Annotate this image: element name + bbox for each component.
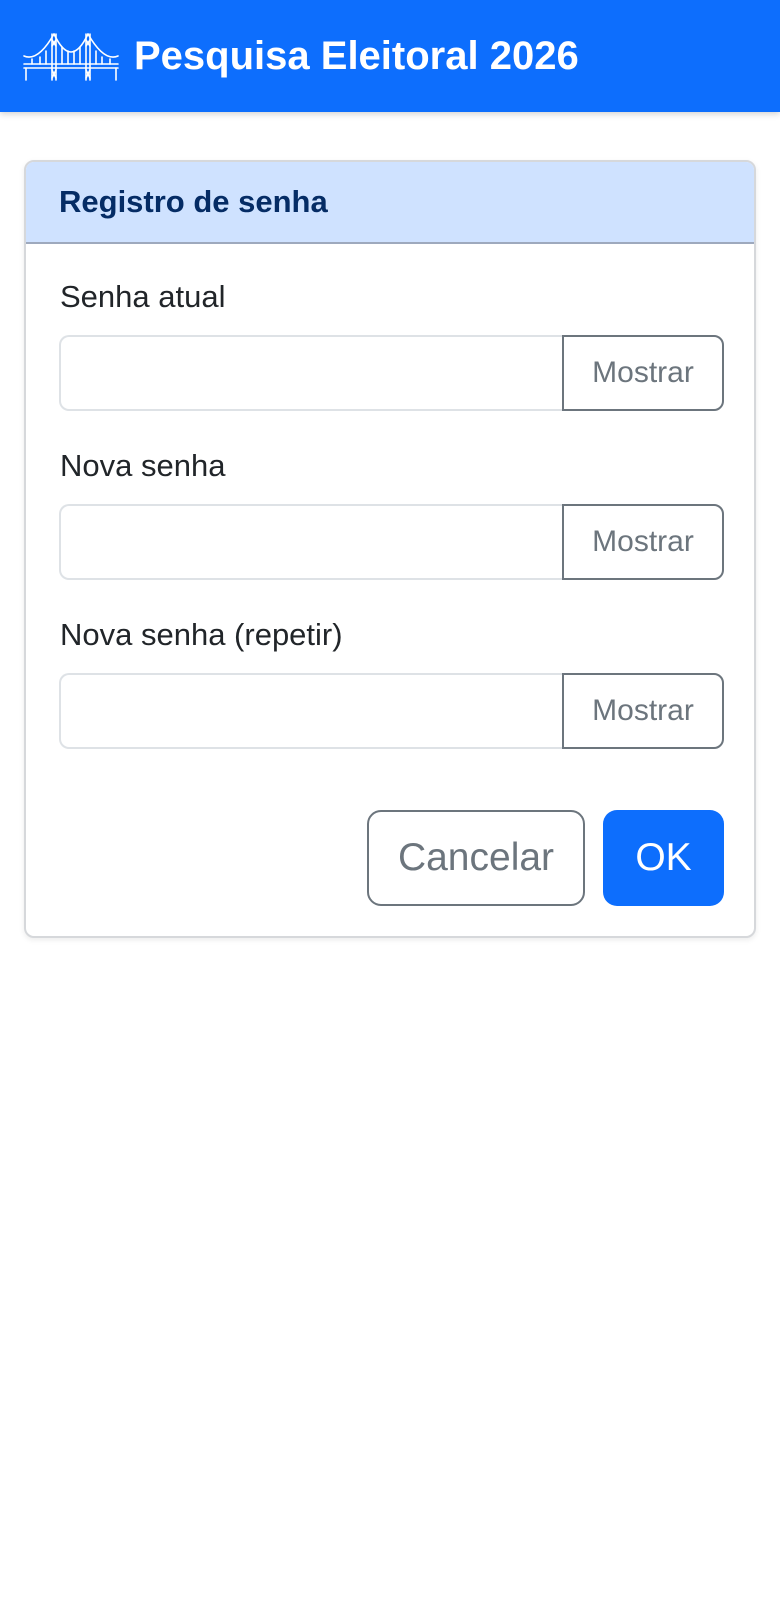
cancel-button[interactable]: Cancelar <box>367 810 585 906</box>
repeat-password-label: Nova senha (repetir) <box>60 617 343 652</box>
password-dialog: Registro de senha Senha atual Mostrar No… <box>24 160 756 938</box>
app-title: Pesquisa Eleitoral 2026 <box>134 34 579 78</box>
dialog-title: Registro de senha <box>59 184 328 219</box>
current-password-group: Mostrar <box>59 335 724 411</box>
dialog-header: Registro de senha <box>26 162 754 244</box>
current-password-label: Senha atual <box>60 279 226 314</box>
repeat-password-group: Mostrar <box>59 673 724 749</box>
top-navbar: Pesquisa Eleitoral 2026 <box>0 0 780 112</box>
repeat-password-input[interactable] <box>59 673 563 749</box>
show-new-password-button[interactable]: Mostrar <box>562 504 724 580</box>
new-password-label: Nova senha <box>60 448 226 483</box>
bridge-logo-icon <box>23 33 119 81</box>
current-password-input[interactable] <box>59 335 563 411</box>
new-password-input[interactable] <box>59 504 563 580</box>
new-password-group: Mostrar <box>59 504 724 580</box>
ok-button[interactable]: OK <box>603 810 724 906</box>
show-repeat-password-button[interactable]: Mostrar <box>562 673 724 749</box>
show-current-password-button[interactable]: Mostrar <box>562 335 724 411</box>
